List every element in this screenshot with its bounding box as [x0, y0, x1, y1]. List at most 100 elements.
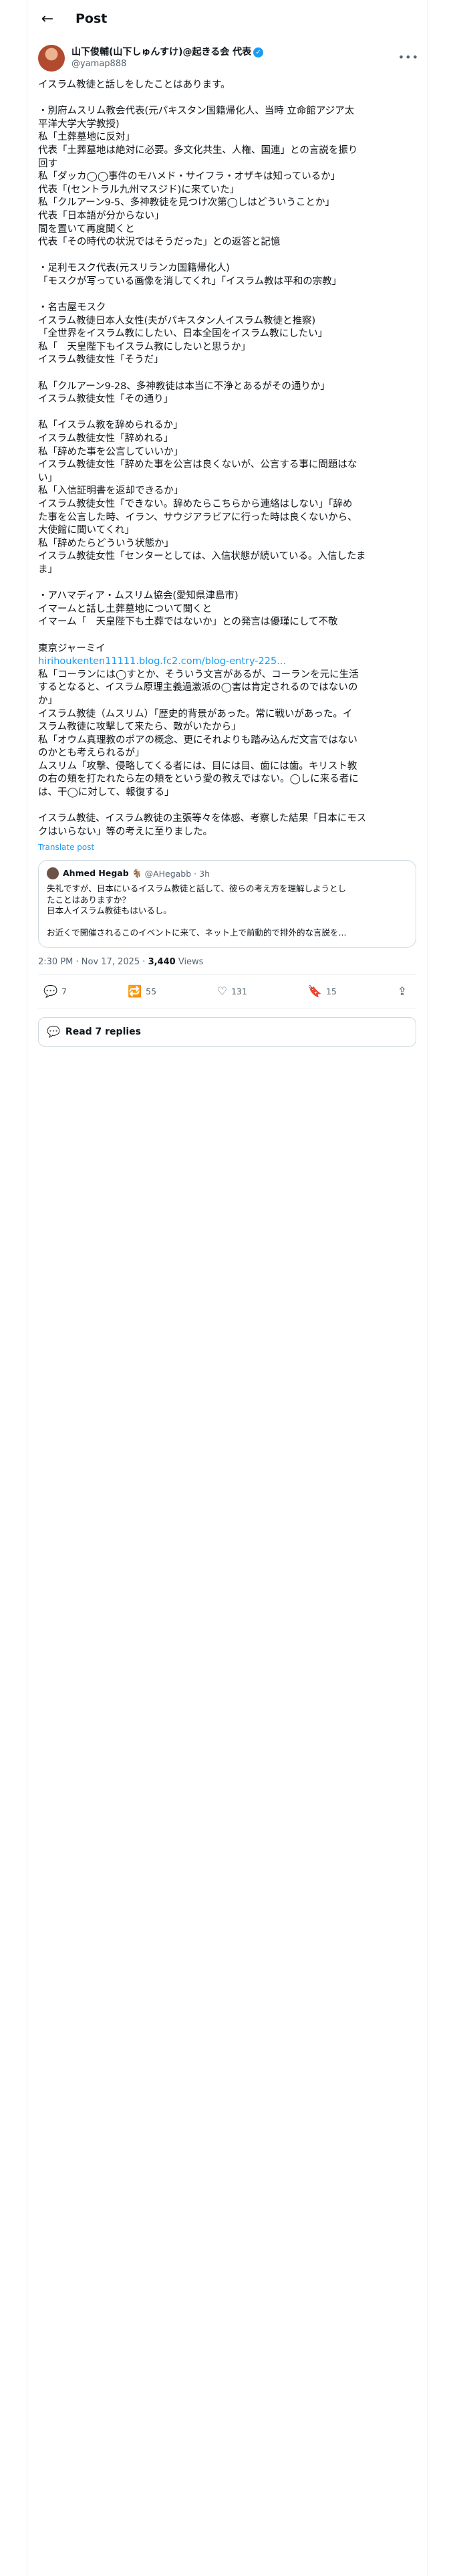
post-text-line: 私「クルアーン9-5、多神教徒を見つけ次第◯しはどういうことか」: [38, 197, 335, 209]
post-text-line: ・足利モスク代表(元スリランカ国籍帰化人): [38, 263, 230, 274]
quote-text-line: お近くで開催されるこのイベントに来て、ネット上で前動的で排外的な言説を...: [47, 928, 347, 938]
post-text: イスラム教徒と話しをしたことはあります。・別府ムスリム教会代表(元パキスタン国籍…: [27, 72, 427, 839]
bookmark-icon: 🔖: [307, 984, 322, 998]
post-text-line: イスラム教徒女性「辞めた事を公言は良くないが、公言する事に問題はな: [38, 459, 357, 471]
quote-author-handle: @AHegabb: [144, 868, 192, 879]
post-text-line: 私「土葬墓地に反対」: [38, 132, 135, 143]
heart-icon: ♡: [216, 984, 228, 998]
post-text-line: [38, 367, 416, 381]
post-text-line: イスラム教徒日本人女性(夫がパキスタン人イスラム教徒と推察): [38, 315, 316, 326]
avatar[interactable]: [38, 45, 65, 72]
post-text-line: か」: [38, 695, 57, 706]
post-text-line: ムスリム「攻撃、侵略してくる者には、目には目、歯には歯。キリスト教: [38, 760, 357, 772]
post-column: ← Post 山下俊輔(山下しゅんすけ)@起きる会 代表 ✓ @yamap888…: [27, 0, 428, 2576]
post-text-line: [38, 800, 416, 813]
page-title: Post: [76, 11, 108, 26]
post-text-line: 私「辞めた事を公言していいか」: [38, 446, 184, 457]
arrow-left-icon[interactable]: ←: [37, 8, 58, 29]
post-text-line: イスラム教徒と話しをしたことはあります。: [38, 80, 231, 90]
post-text-line: 私「 天皇陛下もイスラム教にしたいと思うか」: [38, 341, 251, 352]
post-text-line: ・名古屋モスク: [38, 302, 106, 314]
quote-text: 失礼ですが、日本にいるイスラム教徒と話して、彼らの考え方を理解しようとし たことは…: [47, 883, 408, 939]
post-text-line: は、干◯に対して、報復する」: [38, 787, 174, 798]
bookmark-button[interactable]: 🔖 15: [308, 985, 337, 998]
post-text-line: [38, 407, 416, 420]
author-display-name[interactable]: 山下俊輔(山下しゅんすけ)@起きる会 代表 ✓: [71, 47, 264, 58]
share-button[interactable]: ⇪: [398, 985, 411, 998]
repost-icon: 🔁: [127, 984, 142, 998]
post-timestamp[interactable]: 2:30 PM · Nov 17, 2025 ·: [38, 957, 148, 967]
quoted-post[interactable]: Ahmed Hegab 🐐 @AHegabb · 3h 失礼ですが、日本にいるイ…: [38, 860, 416, 948]
post-text-line: 「モスクが写っている画像を消してくれ」「イスラム教は平和の宗教」: [38, 276, 342, 287]
post-text-line: の右の頬を打たれたら左の頬をという愛の教えではない。◯しに来る者に: [38, 774, 359, 785]
action-bar: 💬 7 🔁 55 ♡ 131 🔖 15 ⇪: [27, 975, 427, 1008]
post-text-line: イスラム教徒女性「辞めれる」: [38, 433, 174, 445]
read-replies-button[interactable]: 💬 Read 7 replies: [38, 1016, 416, 1047]
post-text-line: イマーム「 天皇陛下も土葬ではないか」との発言は優瑾にして不敬: [38, 617, 338, 628]
post-text-line: のかとも考えられるが」: [38, 748, 145, 759]
reply-button[interactable]: 💬 7: [43, 985, 67, 998]
post-text-line: イスラム教徒女性「そうだ」: [38, 354, 164, 366]
post-text-line: ・アハマディア・ムスリム協会(愛知県津島市): [38, 591, 239, 602]
post-text-line: ま」: [38, 564, 57, 575]
post-author: 山下俊輔(山下しゅんすけ)@起きる会 代表 ✓ @yamap888 •••: [27, 37, 427, 72]
post-text-line: 私「コーランには◯すとか、そういう文言があるが、コーランを元に生活: [38, 669, 359, 680]
translate-post-link[interactable]: Translate post: [27, 839, 427, 852]
post-text-line: クはいらない」等の考えに至りました。: [38, 826, 212, 837]
post-meta: 2:30 PM · Nov 17, 2025 · 3,440 Views: [27, 948, 427, 974]
post-text-line: イスラム教徒（ムスリム）「歴史的背景があった。常に戦いがあった。イ: [38, 708, 353, 720]
post-text-line: 「全世界をイスラム教にしたい、日本全国をイスラム教にしたい」: [38, 328, 328, 340]
post-text-line: 東京ジャーミイ: [38, 643, 106, 654]
divider: [38, 1008, 416, 1009]
more-options-icon[interactable]: •••: [398, 51, 419, 64]
post-text-line: 平洋大学大学教授): [38, 118, 120, 130]
post-text-line: イスラム教徒、イスラム教徒の主張等々を体感、考察した結果「日本にモス: [38, 813, 367, 825]
quote-avatar: [47, 867, 59, 880]
post-text-line: 私「オウム真理教のポアの概念、更にそれよりも踏み込んだ文言ではない: [38, 734, 357, 746]
top-bar: ← Post: [27, 0, 427, 37]
post-text-line: イスラム教徒女性「できない。辞めたらこちらから連絡はしない」「辞め: [38, 499, 353, 510]
verified-badge-icon: ✓: [253, 47, 264, 58]
post-text-line: い」: [38, 472, 57, 484]
author-handle[interactable]: @yamap888: [71, 58, 263, 70]
post-text-line: 私「クルアーン9-28、多神教徒は本当に不浄とあるがその通りか」: [38, 381, 330, 392]
views-label: Views: [175, 956, 204, 967]
post-text-line: 代表「土葬墓地は絶対に必要。多文化共生、人権、国連」との言説を振り: [38, 144, 358, 156]
post-text-line: 代表「その時代の状況ではそうだった」との返答と記憶: [38, 237, 281, 248]
quote-text-line: たことはありますか？: [47, 894, 131, 905]
post-text-line: 間を置いて再度聞くと: [38, 223, 135, 235]
quote-dot: ·: [194, 868, 197, 879]
post-link[interactable]: hirihoukenten11111.blog.fc2.com/blog-ent…: [38, 655, 416, 669]
post-text-line: [38, 577, 416, 591]
quote-text-line: 日本人イスラム教徒もはいるし。: [47, 905, 172, 916]
post-text-line: 私「イスラム教を辞められるか」: [38, 420, 183, 431]
quote-text-line: [47, 917, 408, 928]
post-text-line: 私「辞めたらどういう状態か」: [38, 538, 174, 549]
share-icon: ⇪: [397, 984, 407, 998]
post-text-line: イスラム教徒女性「センターとしては、入信状態が続いている。入信したま: [38, 551, 366, 562]
repost-button[interactable]: 🔁 55: [128, 985, 156, 998]
like-button[interactable]: ♡ 131: [217, 985, 247, 998]
post-text-line: ・別府ムスリム教会代表(元パキスタン国籍帰化人、当時 立命館アジア太: [38, 106, 355, 117]
post-text-line: [38, 249, 416, 263]
quote-author-name: Ahmed Hegab 🐐: [63, 868, 142, 879]
post-text-line: 代表「(セントラル九州マスジド)に来ていた」: [38, 184, 240, 195]
post-text-line: 大使館に聞いてくれ」: [38, 525, 135, 536]
post-text-line: イスラム教徒女性「その通り」: [38, 394, 174, 405]
post-text-line: イマームと話し土葬墓地について聞くと: [38, 603, 212, 615]
quote-text-line: 失礼ですが、日本にいるイスラム教徒と話して、彼らの考え方を理解しようとし: [47, 883, 347, 894]
post-text-line: た事を公言した時、イラン、サウジアラビアに行った時は良くないから、: [38, 512, 357, 523]
post-text-line: 代表「日本語が分からない」: [38, 210, 164, 221]
quote-time: 3h: [199, 868, 210, 879]
post-text-line: [38, 92, 416, 106]
views-count: 3,440: [148, 956, 176, 967]
post-text-line: 私「ダッカ◯◯事件のモハメド・サイフラ・オザキは知っているか」: [38, 171, 341, 183]
reply-icon: 💬: [43, 984, 58, 998]
post-text-line: 回す: [38, 158, 57, 169]
post-text-line: 私「入信証明書を返却できるか」: [38, 486, 184, 497]
speech-bubble-icon: 💬: [47, 1025, 60, 1039]
post-text-line: するとなると、イスラム原理主義過激派の◯害は肯定されるのではないの: [38, 682, 358, 693]
post-text-line: [38, 629, 416, 643]
post-text-line: スラム教徒に攻撃して来たら、敵がいたから」: [38, 722, 241, 733]
post-text-line: [38, 289, 416, 302]
